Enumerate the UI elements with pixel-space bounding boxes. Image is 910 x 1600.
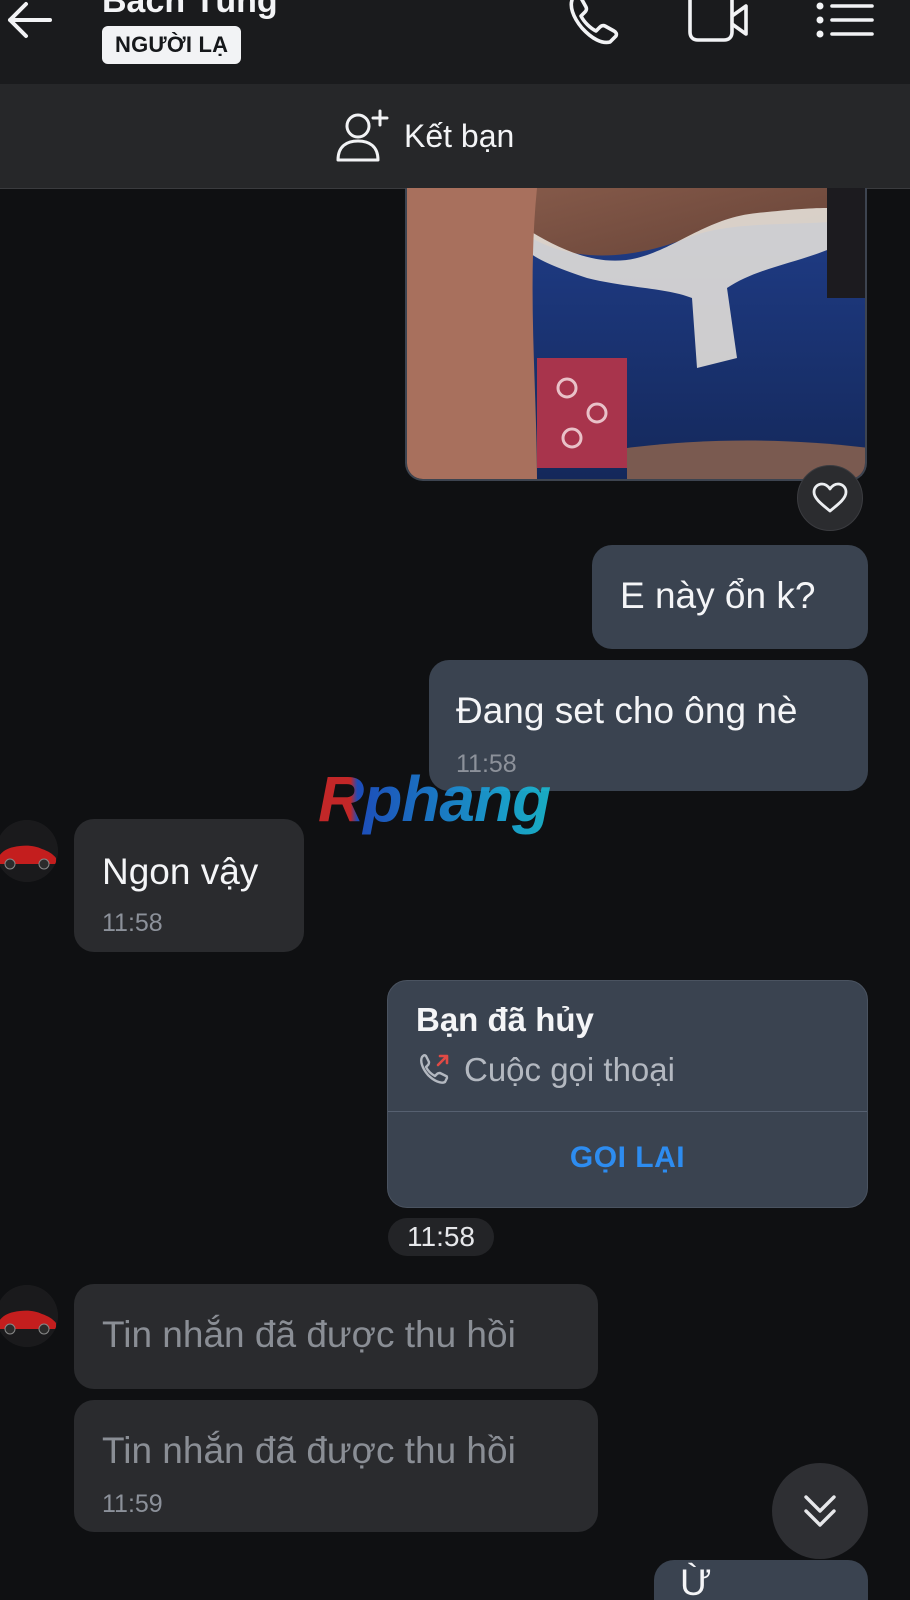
call-back-button[interactable]: GỌI LẠI	[388, 1112, 867, 1207]
heart-icon	[812, 482, 848, 513]
add-friend-button[interactable]: Kết bạn	[334, 108, 514, 164]
sent-message-bubble[interactable]: Ừ	[654, 1560, 868, 1600]
received-message-bubble[interactable]: Ngon vậy 11:58	[74, 819, 304, 952]
scroll-to-bottom-button[interactable]	[772, 1463, 868, 1559]
red-car-avatar-icon	[0, 1285, 58, 1347]
watermark-logo: Rphang	[318, 763, 551, 835]
contact-name[interactable]: Bách Tùng	[102, 0, 278, 21]
avatar[interactable]	[0, 1285, 58, 1347]
message-text: E này ổn k?	[620, 575, 816, 616]
chat-screen: Bách Tùng NGƯỜI LẠ Kết bạn E này ổn k? Đ…	[0, 0, 910, 1600]
double-chevron-down-icon	[804, 1495, 836, 1527]
message-text: Đang set cho ông nè	[456, 690, 798, 731]
avatar[interactable]	[0, 820, 58, 882]
call-type-row: Cuộc gọi thoại	[416, 1051, 675, 1089]
voice-call-button[interactable]	[560, 0, 626, 48]
options-menu-button[interactable]	[814, 0, 880, 48]
recalled-message-text: Tin nhắn đã được thu hồi	[102, 1430, 516, 1471]
call-status-title: Bạn đã hủy	[416, 1001, 594, 1038]
timestamp-chip: 11:58	[388, 1218, 494, 1256]
photo-thumbnail	[407, 188, 865, 479]
add-friend-bar: Kết bạn	[0, 84, 910, 189]
add-friend-label: Kết bạn	[404, 117, 515, 154]
recalled-message-text: Tin nhắn đã được thu hồi	[102, 1314, 516, 1355]
message-text: Ngon vậy	[102, 851, 259, 892]
menu-icon	[816, 2, 874, 38]
recalled-message-bubble[interactable]: Tin nhắn đã được thu hồi 11:59	[74, 1400, 598, 1532]
recalled-message-bubble[interactable]: Tin nhắn đã được thu hồi	[74, 1284, 598, 1389]
photo-message[interactable]	[405, 188, 867, 481]
call-log-card[interactable]: Bạn đã hủy Cuộc gọi thoại GỌI LẠI	[387, 980, 868, 1208]
stranger-badge: NGƯỜI LẠ	[102, 26, 242, 64]
message-text: Ừ	[680, 1562, 712, 1600]
missed-call-icon	[420, 1054, 449, 1084]
back-arrow-icon	[8, 2, 52, 38]
chat-header: Bách Tùng NGƯỜI LẠ	[0, 0, 910, 84]
back-button[interactable]	[2, 0, 58, 40]
call-type-label: Cuộc gọi thoại	[464, 1051, 675, 1088]
message-time: 11:59	[102, 1490, 163, 1518]
like-reaction-button[interactable]	[797, 465, 863, 531]
message-time: 11:58	[102, 909, 163, 937]
video-call-button[interactable]	[684, 0, 750, 48]
sent-message-bubble[interactable]: E này ổn k?	[592, 545, 868, 649]
phone-icon	[569, 0, 619, 45]
red-car-avatar-icon	[0, 820, 58, 882]
video-call-icon	[688, 0, 748, 42]
add-user-icon	[336, 109, 389, 162]
